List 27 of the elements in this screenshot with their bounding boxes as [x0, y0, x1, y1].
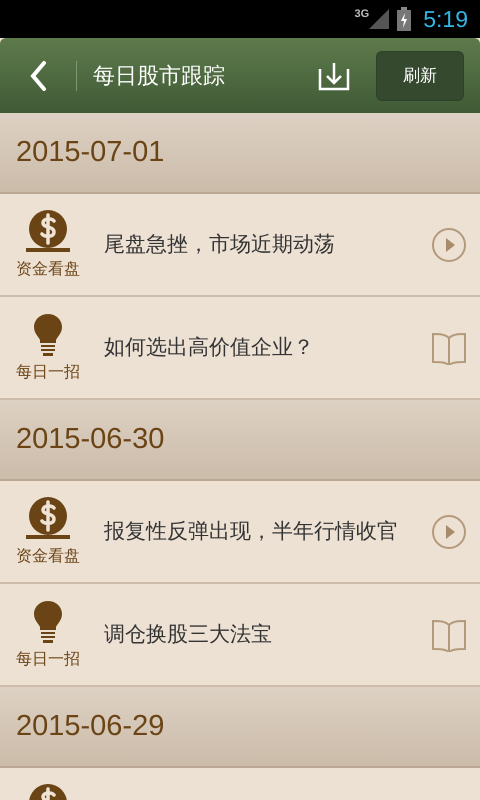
- article-title[interactable]: 尾盘急挫，市场近期动荡: [104, 232, 335, 256]
- category-label: 每日一招: [16, 363, 80, 383]
- article-title[interactable]: 报复性反弹出现，半年行情收官: [104, 520, 398, 542]
- date-label: 2015-06-29: [16, 708, 164, 744]
- category-label: 每日一招: [16, 650, 80, 670]
- coin-icon: [23, 497, 73, 541]
- article-title[interactable]: 调仓换股三大法宝: [104, 622, 272, 646]
- date-label: 2015-06-30: [16, 422, 164, 457]
- battery-icon: [397, 7, 412, 31]
- signal-icon: [369, 9, 390, 29]
- coin-icon: [23, 210, 73, 254]
- back-icon: [29, 60, 47, 92]
- lightbulb-icon: [32, 600, 64, 644]
- play-icon[interactable]: [431, 226, 467, 262]
- lightbulb-icon: [32, 313, 64, 357]
- play-icon[interactable]: [431, 514, 467, 550]
- download-icon: [318, 60, 350, 90]
- category-label: 资金看盘: [16, 260, 80, 280]
- article-title[interactable]: 如何选出高价值企业？: [104, 336, 314, 358]
- page-title: 每日股市跟踪: [93, 62, 226, 90]
- date-label: 2015-07-01: [16, 134, 164, 170]
- clock: 5:19: [423, 4, 468, 34]
- network-label: 3G: [354, 9, 370, 20]
- category-label: 资金看盘: [16, 546, 80, 567]
- book-icon[interactable]: [431, 618, 467, 652]
- refresh-button[interactable]: 刷新: [376, 50, 464, 100]
- book-icon[interactable]: [431, 330, 467, 364]
